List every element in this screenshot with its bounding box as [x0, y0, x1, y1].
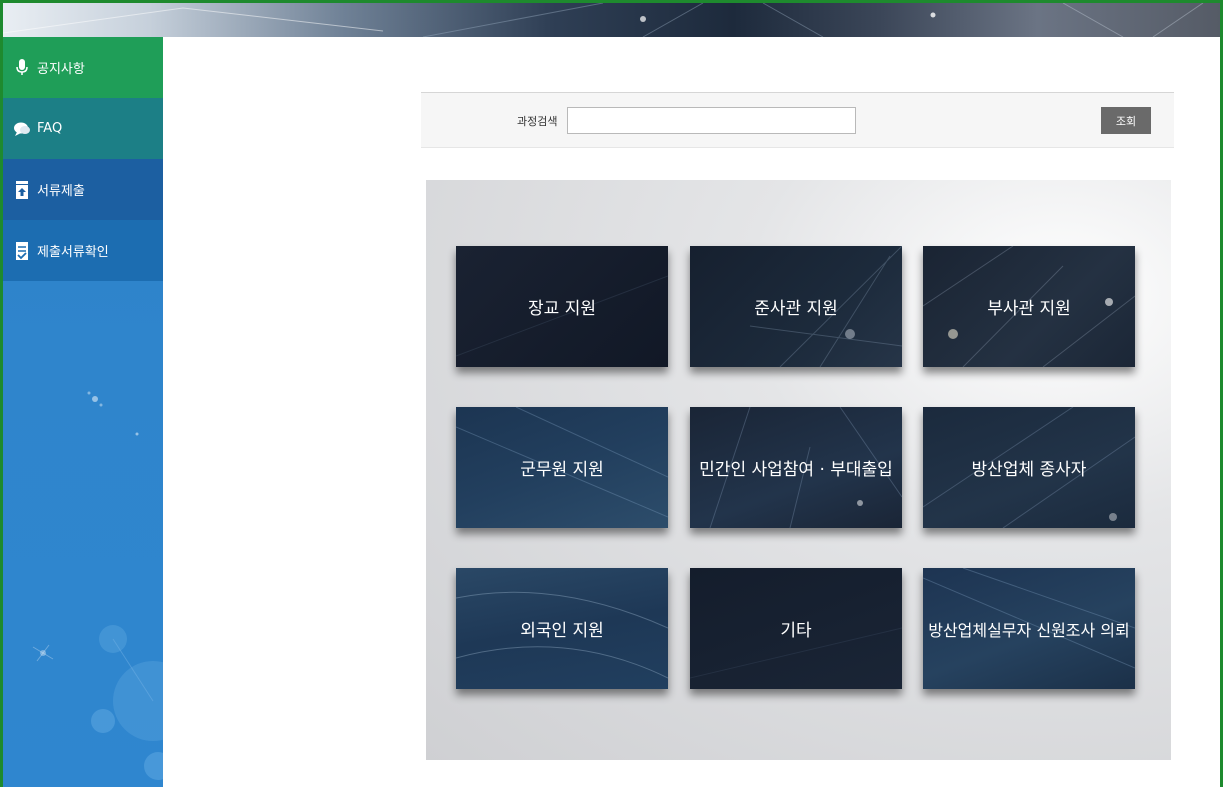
sidebar: 공지사항 FAQ 서류제출 제출서류확인 [3, 37, 163, 787]
card-label: 민간인 사업참여 · 부대출입 [699, 460, 893, 480]
card-civilian-staff[interactable]: 군무원 지원 [456, 407, 668, 528]
course-search-bar: 과정검색 조회 [421, 92, 1174, 148]
card-label: 군무원 지원 [520, 460, 604, 480]
card-defense-industry-worker[interactable]: 방산업체 종사자 [923, 407, 1135, 528]
card-label: 장교 지원 [528, 299, 596, 319]
sidebar-item-label: FAQ [37, 121, 63, 136]
card-defense-industry-background-check[interactable]: 방산업체실무자 신원조사 의뢰 [923, 568, 1135, 689]
sidebar-decoration [32, 391, 163, 780]
search-button[interactable]: 조회 [1101, 107, 1151, 134]
application-card-panel: 장교 지원 준사관 지원 부사관 지원 군무원 지원 민간인 사업참여 · 부대… [426, 180, 1171, 760]
card-nco[interactable]: 부사관 지원 [923, 246, 1135, 367]
card-other[interactable]: 기타 [690, 568, 902, 689]
sidebar-item-label: 서류제출 [37, 184, 85, 199]
sidebar-item-notice[interactable]: 공지사항 [3, 37, 163, 98]
course-search-input[interactable] [567, 107, 856, 134]
upload-document-icon [13, 180, 31, 199]
search-label: 과정검색 [517, 115, 558, 128]
banner-graphic [3, 3, 1204, 37]
card-foreigner[interactable]: 외국인 지원 [456, 568, 668, 689]
card-label: 방산업체 종사자 [971, 460, 1087, 480]
card-label: 외국인 지원 [520, 621, 604, 641]
card-label: 준사관 지원 [754, 299, 838, 319]
sidebar-item-faq[interactable]: FAQ [3, 98, 163, 159]
sidebar-item-label: 공지사항 [37, 62, 85, 77]
card-officer[interactable]: 장교 지원 [456, 246, 668, 367]
sidebar-item-label: 제출서류확인 [37, 245, 109, 260]
card-warrant-officer[interactable]: 준사관 지원 [690, 246, 902, 367]
checklist-document-icon [13, 241, 31, 260]
app-frame: 공지사항 FAQ 서류제출 제출서류확인 과정검색 조회 장교 지원 준사관 지… [0, 0, 1223, 787]
card-civilian-business[interactable]: 민간인 사업참여 · 부대출입 [690, 407, 902, 528]
microphone-icon [13, 59, 31, 77]
card-label: 기타 [780, 621, 812, 641]
top-banner [3, 3, 1220, 37]
sidebar-item-submit-documents[interactable]: 서류제출 [3, 159, 163, 220]
chat-bubble-icon [13, 120, 31, 138]
sidebar-item-check-submitted[interactable]: 제출서류확인 [3, 220, 163, 281]
card-label: 부사관 지원 [987, 299, 1071, 319]
card-label: 방산업체실무자 신원조사 의뢰 [928, 620, 1130, 640]
